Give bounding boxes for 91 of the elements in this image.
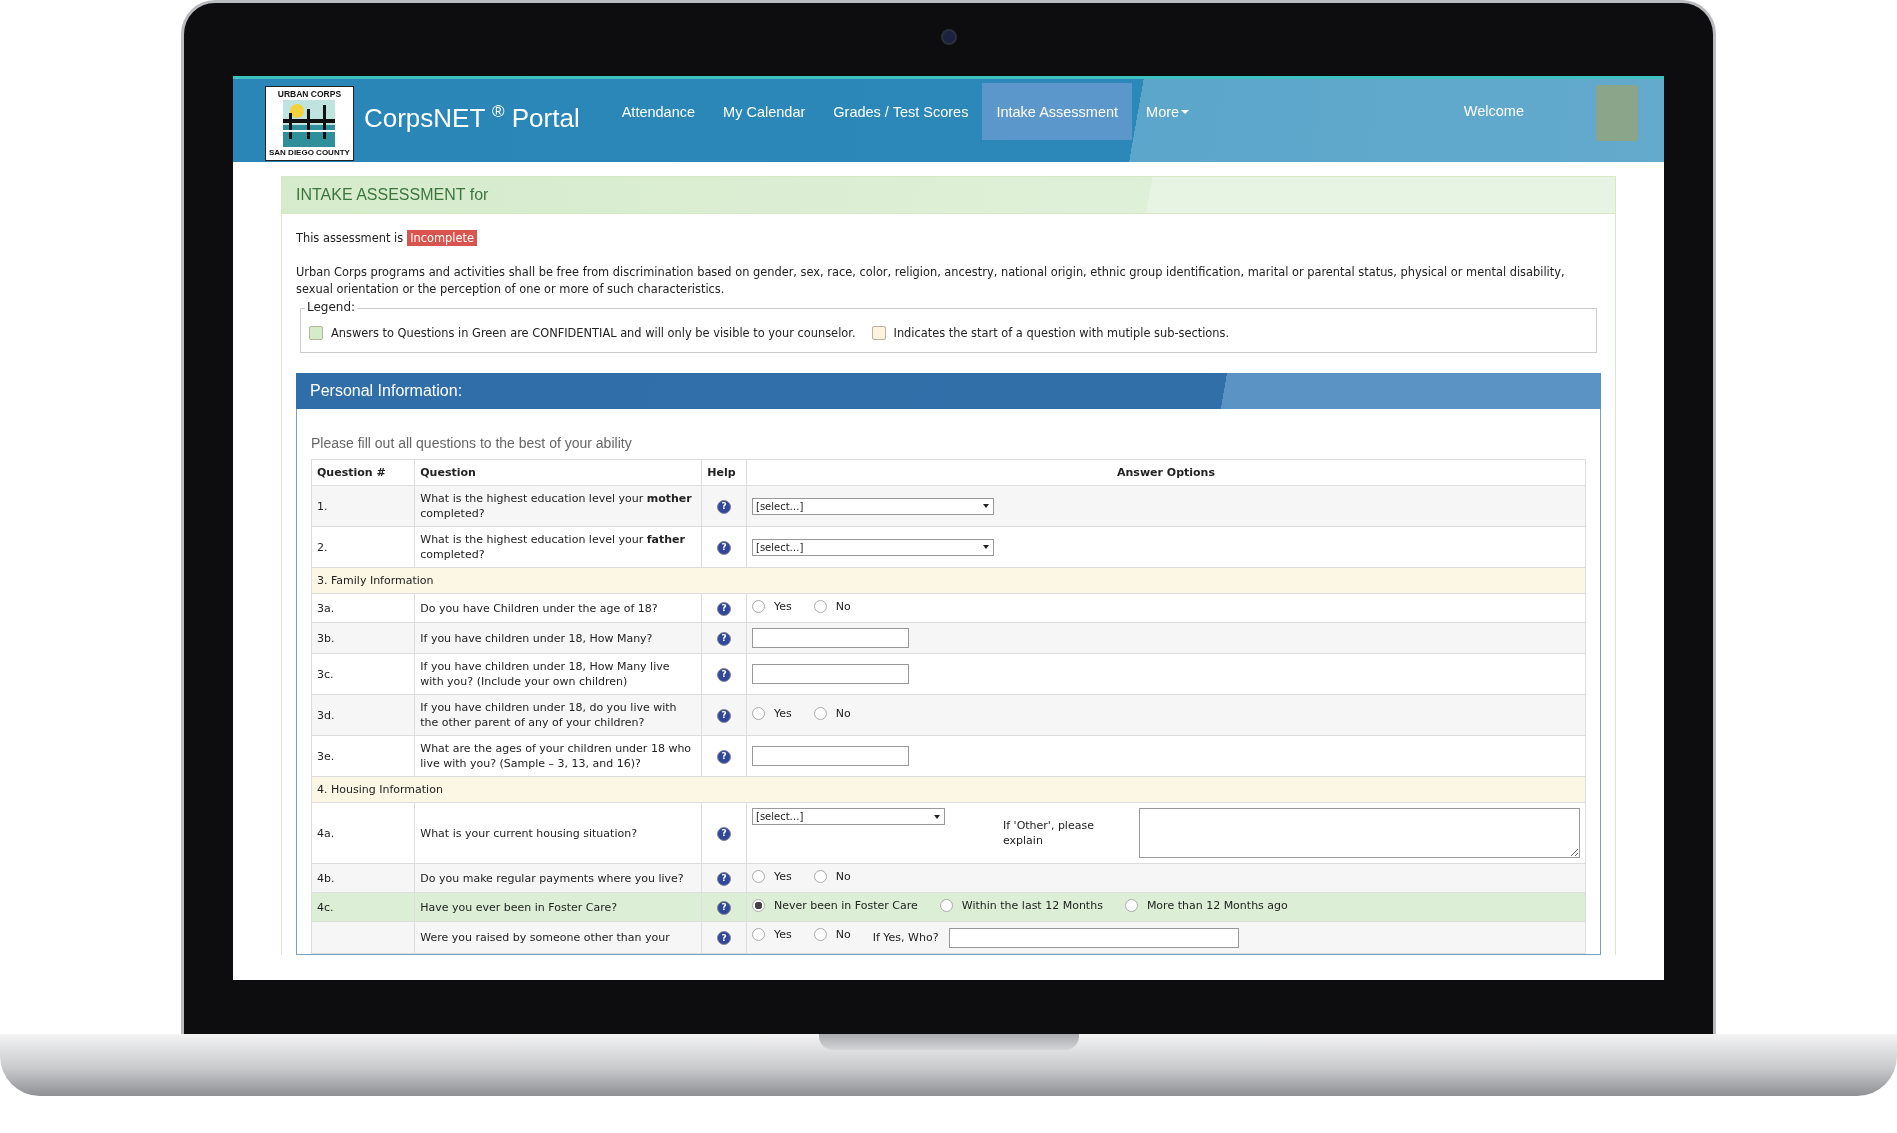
- table-cell: Do you have Children under the age of 18?: [414, 593, 702, 623]
- logo-text: URBAN CORPS: [277, 89, 342, 99]
- radio-button[interactable]: [752, 707, 765, 720]
- table-cell: 1.: [311, 485, 415, 527]
- legend-text: Answers to Questions in Green are CONFIDENTIAL and will only be visible to your counselor.: [331, 326, 856, 340]
- radio-button[interactable]: [752, 600, 765, 613]
- notice-text: Urban Corps programs and activities shall be free from discrimination based on gender, sex, race, color, religion, ancestry, national origin, ethnic group identification, marital or parental status, physical or mental disability, sexual orientation or the perception of one or more of such characteristics.: [296, 264, 1566, 298]
- nav-link[interactable]: Attendance: [607, 83, 710, 140]
- text-input[interactable]: [752, 628, 909, 648]
- explain-textarea[interactable]: [1139, 808, 1580, 858]
- table-cell: Have you ever been in Foster Care?: [414, 892, 702, 922]
- other-label: If 'Other', please explain: [1003, 818, 1095, 848]
- radio-label: Yes: [774, 706, 792, 721]
- radio-label: Yes: [774, 599, 792, 614]
- other-label: If Yes, Who?: [872, 931, 939, 944]
- radio-button[interactable]: [939, 899, 953, 912]
- table-cell: Were you raised by someone other than your: [414, 921, 702, 954]
- dropdown-select[interactable]: [select…]: [752, 808, 945, 825]
- radio-label: More than 12 Months ago: [1146, 898, 1288, 913]
- help-icon[interactable]: ?: [717, 667, 732, 682]
- table-cell: 3e.: [311, 735, 415, 777]
- radio-button[interactable]: [813, 600, 827, 613]
- nav-link[interactable]: My Calendar: [709, 83, 820, 140]
- help-icon[interactable]: ?: [717, 631, 732, 646]
- help-icon[interactable]: ?: [717, 499, 732, 514]
- legend-text: Indicates the start of a question with mutiple sub-sections.: [893, 326, 1230, 340]
- help-icon[interactable]: ?: [717, 826, 732, 841]
- dropdown-select[interactable]: [select…]: [752, 497, 994, 515]
- table-cell: 2.: [311, 526, 415, 568]
- radio-label: No: [835, 869, 851, 884]
- help-icon[interactable]: ?: [717, 601, 732, 616]
- table-cell: 3b.: [311, 622, 415, 654]
- table-cell: Do you make regular payments where you live?: [414, 863, 702, 893]
- column-header: Question #: [311, 459, 415, 486]
- webcam-icon: [940, 29, 957, 45]
- table-cell: 4a.: [311, 802, 415, 864]
- section-row-label: 3. Family Information: [311, 567, 1586, 594]
- help-icon[interactable]: ?: [717, 708, 732, 723]
- instructions-text: Please fill out all questions to the best of your ability: [311, 434, 633, 453]
- bridge-drawing: [283, 100, 336, 147]
- caret-icon: [934, 814, 940, 819]
- radio-button[interactable]: [813, 928, 827, 941]
- text-input[interactable]: [752, 664, 909, 684]
- column-header: Question: [414, 459, 702, 486]
- radio-label: Yes: [774, 927, 792, 942]
- table-cell: 4c.: [311, 892, 415, 922]
- radio-label: No: [835, 599, 851, 614]
- column-header: Help: [701, 459, 747, 486]
- status-badge: Incomplete: [407, 230, 477, 246]
- help-icon[interactable]: ?: [717, 900, 732, 915]
- radio-label: Yes: [774, 869, 792, 884]
- page-title: INTAKE ASSESSMENT for: [282, 177, 1615, 214]
- help-icon[interactable]: ?: [717, 931, 732, 946]
- radio-button[interactable]: [752, 870, 765, 883]
- legend-title: Legend:: [305, 300, 358, 314]
- dropdown-select[interactable]: [select…]: [752, 538, 994, 556]
- section-row-label: 4. Housing Information: [311, 776, 1586, 803]
- table-cell: 3d.: [311, 694, 415, 736]
- table-cell: If you have children under 18, do you live with the other parent of any of your children?: [414, 694, 702, 736]
- radio-button[interactable]: [813, 707, 827, 720]
- table-cell: 4b.: [311, 863, 415, 893]
- logo-text: SAN DIEGO COUNTY: [269, 148, 350, 158]
- table-cell: What is the highest education level your father completed?: [414, 526, 702, 568]
- table-cell: 3c.: [311, 653, 415, 695]
- table-cell: If you have children under 18, How Many live with you? (Include your own children): [414, 653, 702, 695]
- text-input[interactable]: [948, 928, 1239, 948]
- radio-button[interactable]: [752, 899, 765, 912]
- help-icon[interactable]: ?: [717, 540, 732, 555]
- status-text: This assessment is: [296, 231, 404, 245]
- section-header: Personal Information:: [296, 373, 1601, 409]
- radio-label: No: [835, 927, 851, 942]
- help-icon[interactable]: ?: [717, 749, 732, 764]
- radio-label: Within the last 12 Months: [961, 898, 1103, 913]
- radio-button[interactable]: [813, 870, 827, 883]
- radio-label: Never been in Foster Care: [774, 898, 918, 913]
- column-header: Answer Options: [746, 459, 1586, 486]
- radio-label: No: [835, 706, 851, 721]
- welcome-text: Welcome: [1463, 102, 1524, 121]
- radio-button[interactable]: [752, 928, 765, 941]
- caret-icon: [983, 504, 989, 508]
- radio-button[interactable]: [1124, 899, 1138, 912]
- brand-title[interactable]: CorpsNET $^{®}$ Portal: [363, 83, 580, 147]
- table-cell: 3a.: [311, 593, 415, 623]
- nav-link[interactable]: Grades / Test Scores: [819, 83, 983, 140]
- text-input[interactable]: [752, 746, 909, 766]
- help-icon[interactable]: ?: [717, 871, 732, 886]
- table-cell: What is your current housing situation?: [414, 802, 702, 864]
- table-cell: What are the ages of your children under 18 who live with you? (Sample – 3, 13, and 16)?: [414, 735, 702, 777]
- table-cell: What is the highest education level your mother completed?: [414, 485, 702, 527]
- table-cell: If you have children under 18, How Many?: [414, 622, 702, 654]
- caret-icon: [983, 545, 989, 549]
